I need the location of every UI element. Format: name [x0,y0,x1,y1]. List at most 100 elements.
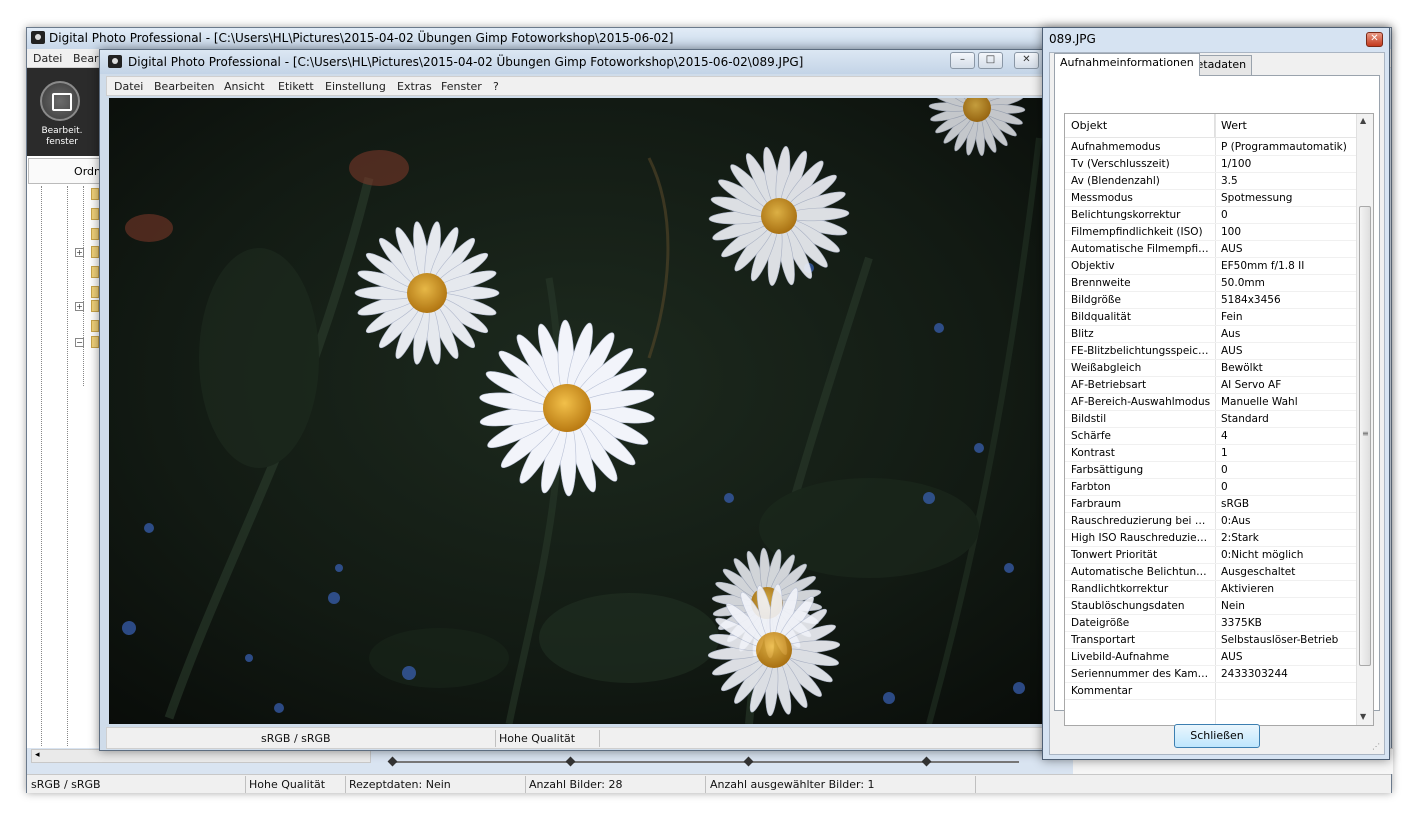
table-row[interactable]: Weißabgleich Bewölkt [1065,360,1357,377]
folder-icon[interactable] [91,300,99,312]
folder-panel-header[interactable]: Ordn [28,158,106,184]
status-recipe: Rezeptdaten: Nein [349,778,451,791]
camera-app-icon [108,55,122,68]
property-value: Ausgeschaltet [1221,566,1296,578]
table-row[interactable]: High ISO Rauschreduzierung 2:Stark [1065,530,1357,547]
tree-collapse-icon[interactable]: − [75,338,84,347]
table-row[interactable]: Tv (Verschlusszeit) 1/100 [1065,156,1357,173]
tree-expand-icon[interactable]: + [75,248,84,257]
table-row[interactable]: Staublöschungsdaten Nein [1065,598,1357,615]
table-row[interactable]: Bildgröße 5184x3456 [1065,292,1357,309]
main-menu-bearbeiten[interactable]: Bear [73,52,99,65]
tree-line [83,186,84,386]
dialog-close-icon[interactable]: ✕ [1366,32,1383,47]
main-window-title: Digital Photo Professional - [C:\Users\H… [49,31,674,45]
table-row[interactable]: Objektiv EF50mm f/1.8 II [1065,258,1357,275]
table-row[interactable]: Blitz Aus [1065,326,1357,343]
folder-horizontal-scrollbar[interactable]: ◂ [31,749,371,763]
table-vertical-scrollbar[interactable]: ▲ ≡ ▼ [1356,114,1373,725]
table-row[interactable]: Belichtungskorrektur 0 [1065,207,1357,224]
menu-einstellung[interactable]: Einstellung [325,80,386,93]
table-row[interactable]: AF-Betriebsart AI Servo AF [1065,377,1357,394]
info-dialog-titlebar[interactable]: 089.JPG ✕ [1043,28,1389,50]
main-menu-datei[interactable]: Datei [33,52,62,65]
table-row[interactable]: FE-Blitzbelichtungsspeicher... AUS [1065,343,1357,360]
folder-icon[interactable] [91,320,99,332]
table-row[interactable]: Kontrast 1 [1065,445,1357,462]
menu-extras[interactable]: Extras [397,80,432,93]
folder-header-label: Ordn [74,165,101,178]
property-name: Av (Blendenzahl) [1071,175,1160,187]
scroll-left-icon[interactable]: ◂ [35,750,40,760]
close-window-button[interactable]: ✕ [1014,52,1039,69]
image-info-dialog: 089.JPG ✕ Aufnahmeinformationen Metadate… [1042,27,1390,760]
table-row[interactable]: Livebild-Aufnahme AUS [1065,649,1357,666]
tree-line [41,186,42,746]
menu-fenster[interactable]: Fenster [441,80,482,93]
maximize-button[interactable]: □ [978,52,1003,69]
close-button[interactable]: Schließen [1174,724,1260,748]
table-row[interactable]: Brennweite 50.0mm [1065,275,1357,292]
property-value: P (Programmautomatik) [1221,141,1347,153]
menu-help[interactable]: ? [493,80,499,93]
folder-icon[interactable] [91,286,99,298]
property-value: EF50mm f/1.8 II [1221,260,1305,272]
folder-icon[interactable] [91,266,99,278]
tree-expand-icon[interactable]: + [75,302,84,311]
folder-icon[interactable] [91,228,99,240]
table-row[interactable]: Seriennummer des Kamera... 2433303244 [1065,666,1357,683]
info-dialog-title: 089.JPG [1049,32,1096,46]
menu-etikett[interactable]: Etikett [278,80,314,93]
property-name: Farbton [1071,481,1111,493]
table-row[interactable]: Bildstil Standard [1065,411,1357,428]
table-row[interactable]: Dateigröße 3375KB [1065,615,1357,632]
table-row[interactable]: Farbton 0 [1065,479,1357,496]
table-row[interactable]: Tonwert Priorität 0:Nicht möglich [1065,547,1357,564]
table-row[interactable]: Transportart Selbstauslöser-Betrieb [1065,632,1357,649]
table-row[interactable]: Rauschreduzierung bei Lan... 0:Aus [1065,513,1357,530]
property-name: Tv (Verschlusszeit) [1071,158,1170,170]
property-value: Bewölkt [1221,362,1263,374]
table-row[interactable]: Messmodus Spotmessung [1065,190,1357,207]
menu-bearbeiten[interactable]: Bearbeiten [154,80,214,93]
table-row[interactable]: Automatische Filmempfindli... AUS [1065,241,1357,258]
scroll-up-icon[interactable]: ▲ [1360,116,1366,125]
property-name: Bildgröße [1071,294,1121,306]
folder-icon[interactable] [91,336,99,348]
menu-datei[interactable]: Datei [114,80,143,93]
table-row[interactable]: Av (Blendenzahl) 3.5 [1065,173,1357,190]
scrollbar-thumb[interactable]: ≡ [1359,206,1371,666]
column-header-wert[interactable]: Wert [1215,114,1357,138]
shooting-info-table[interactable]: Objekt Wert Aufnahmemodus P (Programmauto… [1064,113,1374,726]
folder-icon[interactable] [91,188,99,200]
table-row[interactable]: Aufnahmemodus P (Programmautomatik) [1065,139,1357,156]
table-row[interactable]: Filmempfindlichkeit (ISO) 100 [1065,224,1357,241]
column-header-objekt[interactable]: Objekt [1065,114,1215,138]
thumbnail-size-slider[interactable] [387,756,1019,767]
property-value: AUS [1221,345,1243,357]
resize-grip-icon[interactable]: ⋰ [1372,742,1382,752]
table-row[interactable]: AF-Bereich-Auswahlmodus Manuelle Wahl [1065,394,1357,411]
table-row[interactable]: Farbsättigung 0 [1065,462,1357,479]
folder-icon[interactable] [91,208,99,220]
viewer-titlebar[interactable]: Digital Photo Professional - [C:\Users\H… [100,50,1058,74]
image-viewer-window: Digital Photo Professional - [C:\Users\H… [99,49,1059,751]
edit-window-button[interactable] [40,81,80,121]
scroll-down-icon[interactable]: ▼ [1360,712,1366,721]
table-row[interactable]: Automatische Belichtungso... Ausgeschalte… [1065,564,1357,581]
status-color-space: sRGB / sRGB [31,778,101,791]
tab-aufnahmeinformationen[interactable]: Aufnahmeinformationen [1054,53,1200,76]
property-value: 2433303244 [1221,668,1288,680]
menu-ansicht[interactable]: Ansicht [224,80,265,93]
folder-icon[interactable] [91,246,99,258]
photo-display[interactable] [109,98,1051,724]
table-row[interactable]: Schärfe 4 [1065,428,1357,445]
table-row[interactable]: Kommentar [1065,683,1357,700]
status-selected-count: Anzahl ausgewählter Bilder: 1 [710,778,875,791]
table-row[interactable]: Farbraum sRGB [1065,496,1357,513]
property-name: Messmodus [1071,192,1133,204]
table-row[interactable]: Randlichtkorrektur Aktivieren [1065,581,1357,598]
daisy-photo [109,98,1051,724]
minimize-button[interactable]: – [950,52,975,69]
table-row[interactable]: Bildqualität Fein [1065,309,1357,326]
